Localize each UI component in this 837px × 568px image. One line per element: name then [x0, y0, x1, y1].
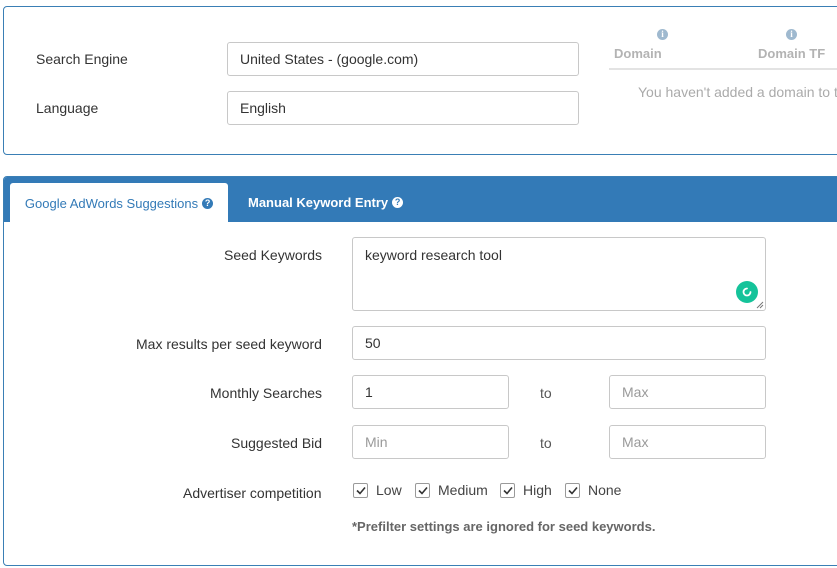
check-icon [502, 486, 513, 495]
language-select[interactable]: English [227, 91, 579, 125]
info-icon[interactable]: i [786, 29, 797, 40]
search-engine-select[interactable]: United States - (google.com) [227, 42, 579, 76]
table-header-divider [609, 68, 837, 70]
max-results-label: Max results per seed keyword [136, 336, 322, 352]
domain-tf-column-header: Domain TF [758, 46, 826, 61]
tab-bar: Google AdWords Suggestions ? Manual Keyw… [4, 177, 837, 223]
option-label: High [523, 482, 552, 498]
option-label: None [588, 482, 622, 498]
question-circle-icon[interactable]: ? [392, 197, 404, 208]
checkbox[interactable] [500, 482, 515, 498]
check-icon [417, 486, 428, 495]
competition-option-high[interactable]: High [500, 482, 552, 498]
advertiser-competition-label: Advertiser competition [183, 485, 322, 501]
checkbox[interactable] [415, 482, 430, 498]
info-icon[interactable]: i [657, 29, 668, 40]
competition-option-medium[interactable]: Medium [415, 482, 488, 498]
option-label: Low [376, 482, 402, 498]
tab-google-adwords-suggestions[interactable]: Google AdWords Suggestions ? [10, 183, 228, 223]
check-icon [567, 486, 578, 495]
competition-option-low[interactable]: Low [353, 482, 402, 498]
tab-label: Google AdWords Suggestions [24, 195, 199, 211]
checkbox[interactable] [565, 482, 580, 498]
prefilter-note: *Prefilter settings are ignored for seed… [352, 519, 656, 534]
question-circle-icon[interactable]: ? [202, 197, 214, 209]
to-label: to [540, 435, 552, 451]
grammarly-icon[interactable] [736, 281, 758, 303]
max-results-input[interactable]: 50 [352, 326, 766, 360]
monthly-searches-label: Monthly Searches [210, 385, 323, 401]
check-icon [355, 486, 366, 495]
tab-label: Manual Keyword Entry [248, 195, 389, 210]
bid-min-input[interactable]: Min [352, 425, 509, 459]
to-label: to [540, 385, 552, 401]
competition-option-none[interactable]: None [565, 482, 621, 498]
domain-column-header: Domain [614, 46, 662, 61]
keyword-panel: Google AdWords Suggestions ? Manual Keyw… [3, 176, 837, 566]
settings-panel: Search Engine United States - (google.co… [3, 6, 837, 155]
suggested-bid-label: Suggested Bid [231, 435, 323, 451]
seed-keywords-textarea[interactable]: keyword research tool [352, 237, 766, 311]
resize-handle-icon[interactable] [756, 301, 764, 309]
tab-manual-keyword-entry[interactable]: Manual Keyword Entry ? [238, 183, 413, 222]
search-engine-label: Search Engine [36, 51, 128, 67]
monthly-searches-min-input[interactable]: 1 [352, 375, 509, 409]
option-label: Medium [438, 482, 488, 498]
language-label: Language [36, 100, 99, 116]
seed-keywords-label: Seed Keywords [224, 247, 323, 263]
checkbox[interactable] [353, 482, 368, 498]
empty-domains-message: You haven't added a domain to t [638, 84, 837, 100]
monthly-searches-max-input[interactable]: Max [609, 375, 766, 409]
bid-max-input[interactable]: Max [609, 425, 766, 459]
